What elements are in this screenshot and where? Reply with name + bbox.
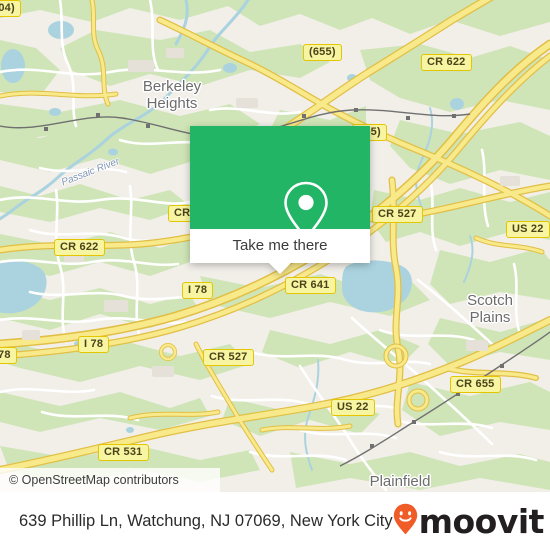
road-shield-cr622-north: CR 622	[421, 54, 472, 71]
place-label-berkeley-heights: Berkeley Heights	[122, 78, 222, 112]
address-text: 639 Phillip Ln, Watchung, NJ 07069, New …	[19, 512, 393, 530]
road-shield-cr641: CR 641	[285, 277, 336, 294]
road-shield-us22-east: US 22	[506, 221, 550, 238]
road-shield-655-north: (655)	[303, 44, 342, 61]
osm-attribution[interactable]: © OpenStreetMap contributors	[0, 468, 220, 492]
road-shield-cr527-east: CR 527	[372, 206, 423, 223]
place-label-line: Plainfield	[369, 473, 431, 490]
moovit-map-screen: Berkeley Heights Scotch Plains Plainfiel…	[0, 0, 550, 550]
moovit-pin-smiley-icon	[393, 503, 418, 540]
footer-bar: 639 Phillip Ln, Watchung, NJ 07069, New …	[0, 492, 550, 550]
place-label-line: Berkeley	[142, 78, 202, 95]
map-canvas[interactable]: Berkeley Heights Scotch Plains Plainfiel…	[0, 0, 550, 492]
road-shield-i78-mid: I 78	[182, 282, 214, 299]
road-shield-us22-south: US 22	[331, 399, 375, 416]
destination-popup-card[interactable]: Take me there	[190, 126, 370, 274]
place-label-plainfield: Plainfield	[360, 474, 440, 490]
road-shield-cr655: CR 655	[450, 376, 501, 393]
road-shield-cr622-west: CR 622	[54, 239, 105, 256]
place-label-line: Scotch	[467, 292, 513, 309]
place-label-line: Heights	[146, 95, 198, 112]
popup-tail	[269, 263, 291, 274]
road-shield-78-edge: 78	[0, 347, 17, 364]
road-shield-604: 604)	[0, 0, 21, 17]
moovit-wordmark: moovit	[418, 501, 545, 541]
place-label-scotch-plains: Scotch Plains	[452, 292, 528, 326]
moovit-logo[interactable]: moovit	[393, 503, 550, 540]
popup-header	[190, 126, 370, 238]
road-shield-i78-west: I 78	[78, 336, 110, 353]
place-label-line: Plains	[469, 309, 511, 326]
road-shield-cr527-south: CR 527	[203, 349, 254, 366]
road-shield-cr531: CR 531	[98, 444, 149, 461]
